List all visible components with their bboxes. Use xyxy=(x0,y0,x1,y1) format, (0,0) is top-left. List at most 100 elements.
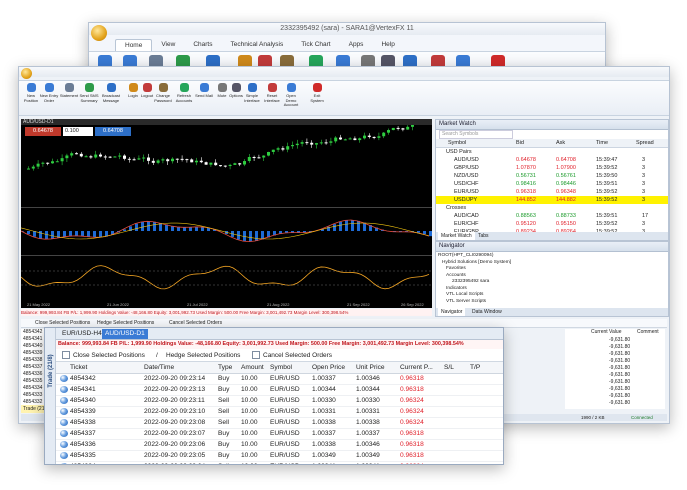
mid-cancel-orders[interactable]: Cancel Selected Orders xyxy=(169,319,222,327)
col-type[interactable]: Type xyxy=(218,362,232,373)
sell-box[interactable]: 0.64678 xyxy=(25,127,61,136)
market-watch-row[interactable]: USD/CHF 0.98416 0.98446 15:39:51 3 xyxy=(436,180,668,188)
navigator-item[interactable]: Favorites xyxy=(446,266,466,271)
mid-exit-system-button[interactable]: Exit System xyxy=(307,83,327,103)
tab-eurusd-h4[interactable]: EUR/USD-H4 xyxy=(59,329,105,339)
mid-new-position-button[interactable]: New Position xyxy=(21,83,41,103)
col-ticket[interactable]: Ticket xyxy=(70,362,87,373)
hedge-selected-positions[interactable]: Hedge Selected Positions xyxy=(166,350,240,361)
col-date-time[interactable]: Date/Time xyxy=(144,362,174,373)
candle-body xyxy=(387,130,390,133)
mid-new-entry-order-button[interactable]: New Entry Order xyxy=(39,83,59,103)
tab-apps[interactable]: Apps xyxy=(340,39,373,51)
mid-simple-interface-button[interactable]: Simple Interface xyxy=(242,83,262,103)
tab-technical-analysis[interactable]: Technical Analysis xyxy=(221,39,292,51)
macd-bar xyxy=(177,226,180,231)
mid-refresh-accounts-button[interactable]: Refresh Accounts xyxy=(174,83,194,103)
macd-bar xyxy=(93,231,96,238)
close-selected-positions[interactable]: Close Selected Positions xyxy=(62,350,145,361)
group-label: USD Pairs xyxy=(446,149,472,155)
tab-charts[interactable]: Charts xyxy=(184,39,221,51)
cancel-selected-label: Cancel Selected Orders xyxy=(263,352,333,359)
col-amount[interactable]: Amount xyxy=(241,362,264,373)
col-unit-price[interactable]: Unit Price xyxy=(356,362,385,373)
market-watch-row[interactable]: NZD/USD 0.56731 0.56761 15:39:50 3 xyxy=(436,172,668,180)
candle-body xyxy=(118,155,122,157)
tab-data-window[interactable]: Data Window xyxy=(472,308,502,316)
candle-body xyxy=(396,127,400,129)
mid-ticket-item[interactable]: 4854341 xyxy=(23,336,42,342)
candle-body xyxy=(79,153,83,157)
market-watch-row[interactable]: USD/JPY 144.852 144.882 15:39:52 3 xyxy=(436,196,668,204)
tab-audusd-d1[interactable]: AUD/USD-D1 xyxy=(102,329,148,339)
cell-type: Sell xyxy=(218,419,229,426)
col-time[interactable]: Time xyxy=(596,139,608,147)
tab-market-watch-2[interactable]: Tabs xyxy=(478,232,489,240)
market-watch-row[interactable]: AUD/CAD 0.88563 0.88733 15:39:51 17 xyxy=(436,212,668,220)
lot-input[interactable]: 0.100 xyxy=(63,127,93,136)
side-value: -9,631.80 xyxy=(609,365,631,371)
mid-ticket-item[interactable]: 4854333 xyxy=(23,392,42,398)
col-ask[interactable]: Ask xyxy=(556,139,565,147)
close-selected-checkbox[interactable] xyxy=(62,351,70,360)
oscillator-line xyxy=(21,265,430,290)
mid-broadcast-message-button[interactable]: Broadcast Message xyxy=(101,83,121,103)
mid-ticket-item[interactable]: 4854342 xyxy=(23,329,42,335)
market-watch-row[interactable]: EUR/USD 0.96318 0.96348 15:39:52 3 xyxy=(436,188,668,196)
mid-ticket-item[interactable]: 4854334 xyxy=(23,385,42,391)
col-s-l[interactable]: S/L xyxy=(444,362,454,373)
tab-market-watch[interactable]: Market Watch xyxy=(438,232,475,240)
cell-symbol: EUR/USD xyxy=(270,397,300,404)
market-watch-row[interactable]: AUD/USD 0.64678 0.64708 15:39:47 3 xyxy=(436,156,668,164)
front-side-label[interactable]: Trade (21/8) xyxy=(48,341,54,401)
mid-send-sms-summary-button[interactable]: Send SMS Summary xyxy=(79,83,99,103)
navigator-item[interactable]: Accounts xyxy=(446,273,466,278)
mid-ticket-item[interactable]: 4854340 xyxy=(23,343,42,349)
col-current-p-[interactable]: Current P... xyxy=(400,362,433,373)
mid-statement-button[interactable]: Statement xyxy=(59,83,79,99)
col-bid[interactable]: Bid xyxy=(516,139,524,147)
market-watch-row[interactable]: EUR/CHF 0.95120 0.95150 15:39:52 3 xyxy=(436,220,668,228)
position-icon xyxy=(60,452,68,459)
market-watch-group[interactable]: USD Pairs xyxy=(436,148,668,156)
tab-help[interactable]: Help xyxy=(372,39,403,51)
col-t-p[interactable]: T/P xyxy=(470,362,480,373)
tab-view[interactable]: View xyxy=(152,39,184,51)
symbol-search-input[interactable]: Search Symbols xyxy=(439,130,513,139)
mid-ticket-item[interactable]: 4854336 xyxy=(23,371,42,377)
mid-reset-interface-button[interactable]: Reset Interface xyxy=(262,83,282,103)
mid-ticket-item[interactable]: 4854335 xyxy=(23,378,42,384)
cell-ask: 0.56761 xyxy=(556,173,576,179)
mid-close-selected[interactable]: Close Selected Positions xyxy=(35,319,90,327)
candle-body xyxy=(51,161,54,164)
navigator-item[interactable]: VTL Local Scripts xyxy=(446,292,483,297)
market-watch-group[interactable]: Crosses xyxy=(436,204,668,212)
navigator-item[interactable]: 2332395492 sara xyxy=(452,279,489,284)
candle-body xyxy=(190,159,194,163)
market-watch-row[interactable]: GBP/USD 1.07870 1.07900 15:39:52 3 xyxy=(436,164,668,172)
col-spread[interactable]: Spread xyxy=(636,139,654,147)
tab-tick-chart[interactable]: Tick Chart xyxy=(292,39,339,51)
mid-ticket-item[interactable]: 4854338 xyxy=(23,357,42,363)
tab-navigator[interactable]: Navigator xyxy=(438,308,466,316)
price-chart[interactable]: AUD/USD-D1 0.64678 0.100 0.64708 xyxy=(21,119,432,301)
tab-home[interactable]: Home xyxy=(115,39,153,51)
mid-hedge-selected[interactable]: Hedge Selected Positions xyxy=(97,319,154,327)
mid-ticket-item[interactable]: 4854337 xyxy=(23,364,42,370)
cancel-selected-checkbox[interactable] xyxy=(252,351,260,360)
navigator-item[interactable]: ROOT(HPT_CLI0290094) xyxy=(438,253,493,258)
navigator-item[interactable]: Indicators xyxy=(446,286,467,291)
mid-ticket-item[interactable]: 4854339 xyxy=(23,350,42,356)
buy-box[interactable]: 0.64708 xyxy=(95,127,131,136)
col-symbol[interactable]: Symbol xyxy=(270,362,292,373)
navigator-item[interactable]: Hybrid Solutions [Demo System] xyxy=(442,260,511,265)
col-symbol[interactable]: Symbol xyxy=(448,139,466,147)
mid-send-mail-button[interactable]: Send Mail xyxy=(194,83,214,99)
navigator-item[interactable]: VTL Server Scripts xyxy=(446,299,486,304)
mid-change-password-button[interactable]: Change Password xyxy=(153,83,173,103)
cancel-selected-orders[interactable]: Cancel Selected Orders xyxy=(252,350,332,361)
col-open-price[interactable]: Open Price xyxy=(312,362,345,373)
mid-open-demo-account-button[interactable]: Open Demo Account xyxy=(281,83,301,108)
position-row[interactable]: 4854334 2022-09-20 09:23:04 Sell 10.00 EUR/U… xyxy=(56,461,503,464)
cell-time: 15:39:52 xyxy=(596,165,618,171)
